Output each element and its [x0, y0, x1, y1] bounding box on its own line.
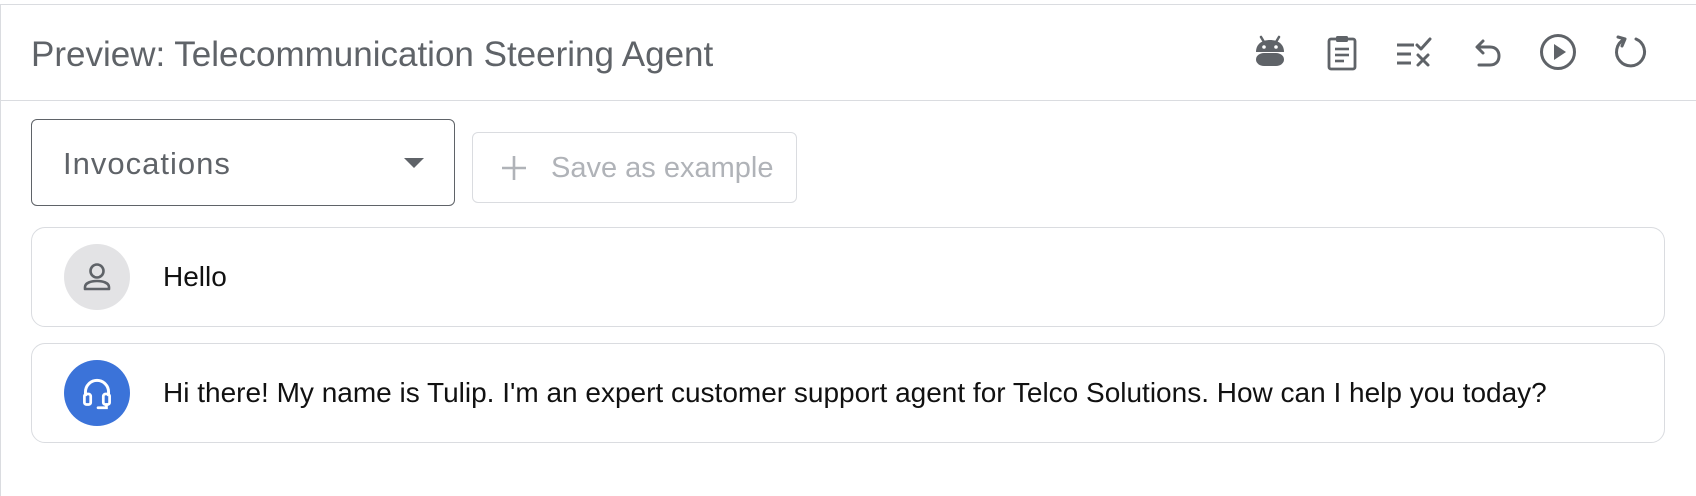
preview-header: Preview: Telecommunication Steering Agen…: [1, 5, 1696, 101]
clear-evaluations-button[interactable]: [1390, 28, 1438, 76]
save-as-example-button[interactable]: Save as example: [472, 132, 797, 203]
android-icon: [1256, 35, 1284, 66]
invocations-select[interactable]: Invocations: [31, 119, 455, 206]
person-icon: [64, 244, 130, 310]
clipboard-button[interactable]: [1318, 28, 1366, 76]
preview-panel: Preview: Telecommunication Steering Agen…: [0, 4, 1696, 496]
playlist-remove-icon: [1397, 37, 1432, 67]
message-text: Hello: [163, 261, 227, 292]
headset-icon: [64, 360, 130, 426]
invocations-select-value: Invocations: [63, 146, 231, 181]
page-title: Preview: Telecommunication Steering Agen…: [31, 35, 714, 74]
reset-button[interactable]: [1606, 28, 1654, 76]
message-agent: Hi there! My name is Tulip. I'm an exper…: [31, 343, 1665, 443]
undo-button[interactable]: [1462, 28, 1510, 76]
plus-icon: [500, 154, 528, 182]
message-user: Hello: [31, 227, 1665, 327]
run-button[interactable]: [1534, 28, 1582, 76]
debug-button[interactable]: [1246, 28, 1294, 76]
save-as-example-label: Save as example: [551, 151, 774, 184]
undo-icon: [1475, 39, 1501, 67]
dropdown-arrow-icon: [404, 158, 424, 168]
play-circle-icon: [1540, 34, 1576, 70]
message-text: Hi there! My name is Tulip. I'm an exper…: [163, 377, 1547, 408]
clipboard-icon: [1327, 36, 1357, 71]
header-toolbar: [1246, 28, 1654, 76]
refresh-icon: [1615, 35, 1646, 68]
